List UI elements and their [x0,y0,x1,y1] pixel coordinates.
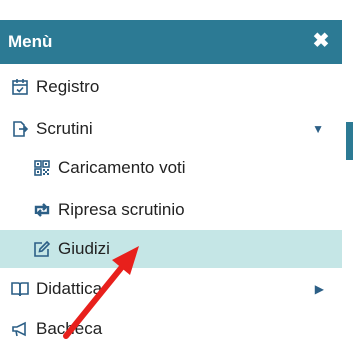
bullhorn-icon [10,319,30,339]
scrollbar-thumb[interactable] [346,122,353,160]
side-menu: Registro Scrutini ▼ Caricamento voti Rip… [0,64,342,340]
menu-title: Menù [8,32,53,51]
edit-icon [32,239,52,259]
menu-item-label: Registro [36,77,100,96]
menu-item-bacheca[interactable]: Bacheca [0,310,342,340]
retweet-icon [32,200,52,220]
file-export-icon [10,119,30,139]
menu-item-giudizi[interactable]: Giudizi [0,230,342,268]
menu-item-label: Caricamento voti [58,158,186,177]
menu-header: Menù ✖ [0,20,342,64]
menu-item-label: Bacheca [36,319,103,338]
menu-item-label: Scrutini [36,119,93,138]
caret-right-icon[interactable]: ▶ [315,270,324,308]
close-icon[interactable]: ✖ [312,31,330,51]
menu-item-label: Giudizi [58,239,110,258]
menu-item-didattica[interactable]: Didattica ▶ [0,270,342,308]
menu-item-label: Didattica [36,279,103,298]
screenshot: Menù ✖ Registro Scrutini ▼ Caricamento v… [0,0,353,340]
menu-item-label: Ripresa scrutinio [58,200,185,219]
caret-down-icon[interactable]: ▼ [312,110,324,148]
calendar-check-icon [10,77,30,97]
qrcode-icon [32,158,52,178]
menu-item-caricamento-voti[interactable]: Caricamento voti [0,149,342,187]
menu-item-ripresa-scrutinio[interactable]: Ripresa scrutinio [0,191,342,229]
book-open-icon [10,279,30,299]
menu-item-scrutini[interactable]: Scrutini ▼ [0,110,342,148]
scrollbar[interactable] [342,0,353,340]
menu-item-registro[interactable]: Registro [0,68,342,106]
